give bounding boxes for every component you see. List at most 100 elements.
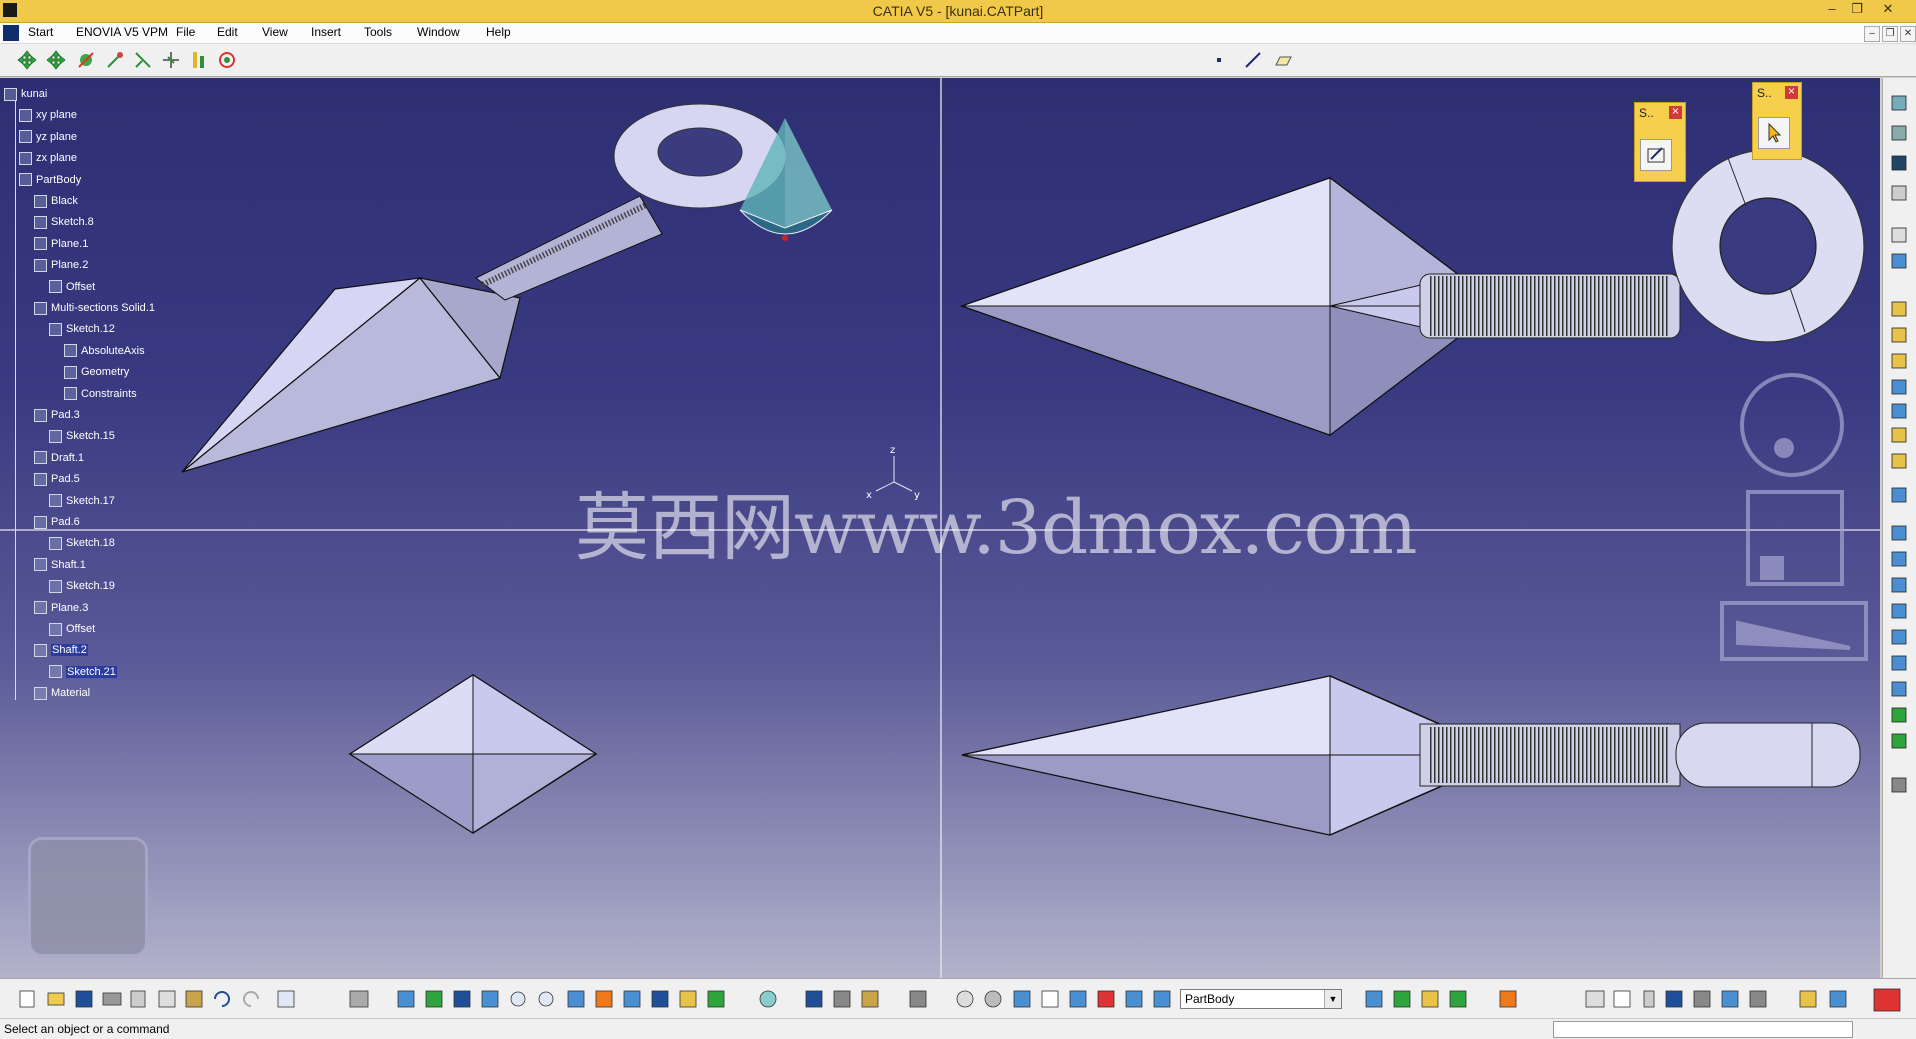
tree-node[interactable]: xy plane bbox=[19, 107, 77, 123]
tree-node[interactable]: Pad.3 bbox=[34, 407, 80, 423]
tree-node-label: Sketch.21 bbox=[66, 665, 117, 678]
tree-node-icon bbox=[49, 665, 62, 679]
close-button[interactable]: ✕ bbox=[1876, 1, 1900, 19]
select-panel-close[interactable]: × bbox=[1785, 86, 1798, 99]
tree-node[interactable]: Pad.6 bbox=[34, 514, 80, 530]
tree-node[interactable]: kunai bbox=[4, 86, 47, 102]
tree-node-label: Black bbox=[51, 195, 78, 207]
tree-node[interactable]: Draft.1 bbox=[34, 450, 84, 466]
status-bar: Select an object or a command bbox=[0, 1018, 1916, 1039]
pick-icon[interactable] bbox=[104, 49, 126, 71]
point-icon[interactable] bbox=[1212, 49, 1226, 71]
tree-node[interactable]: Sketch.18 bbox=[49, 535, 115, 551]
tree-node-icon bbox=[49, 579, 62, 593]
tree-node[interactable]: Material bbox=[34, 685, 90, 701]
tree-node[interactable]: Offset bbox=[49, 279, 95, 295]
menu-tools[interactable]: Tools bbox=[364, 25, 392, 39]
menu-window[interactable]: Window bbox=[417, 25, 460, 39]
doc-close-button[interactable]: ✕ bbox=[1900, 26, 1916, 42]
doc-restore-button[interactable]: ❐ bbox=[1882, 26, 1898, 42]
tree-node[interactable]: Sketch.17 bbox=[49, 493, 115, 509]
doc-minimize-button[interactable]: ‒ bbox=[1864, 26, 1880, 42]
mini-compass-map[interactable] bbox=[28, 837, 148, 957]
specification-tree: kunai xy plane yz plane zx plane PartBody Bla… bbox=[4, 86, 204, 716]
manipulate-icon bbox=[833, 990, 851, 1008]
chevron-down-icon[interactable]: ▼ bbox=[1324, 990, 1341, 1008]
restore-button[interactable]: ❐ bbox=[1845, 1, 1869, 19]
axis-z-label: z bbox=[890, 445, 895, 456]
catia-logo-icon bbox=[3, 25, 19, 41]
tree-node[interactable]: Multi-sections Solid.1 bbox=[34, 300, 155, 316]
tree-node[interactable]: Shaft.2 bbox=[34, 642, 88, 658]
multi-view-icon bbox=[595, 990, 613, 1008]
tree-node[interactable]: Black bbox=[34, 193, 78, 209]
tree-node[interactable]: Constraints bbox=[64, 386, 137, 402]
bottom-toolbar-icons[interactable] bbox=[0, 979, 1916, 1019]
plane-icon[interactable] bbox=[1272, 49, 1294, 71]
menu-file[interactable]: File bbox=[176, 25, 195, 39]
sketcher-panel-close[interactable]: × bbox=[1669, 106, 1682, 119]
select-arrow-icon[interactable] bbox=[1758, 117, 1790, 149]
open-icon bbox=[47, 992, 65, 1006]
compass-snap-icon[interactable] bbox=[160, 49, 182, 71]
tree-node[interactable]: Plane.1 bbox=[34, 236, 88, 252]
tree-node[interactable]: Sketch.15 bbox=[49, 428, 115, 444]
tree-node[interactable]: PartBody bbox=[19, 172, 81, 188]
undo-icon bbox=[214, 991, 230, 1007]
tree-node[interactable]: Shaft.1 bbox=[34, 557, 86, 573]
measure-icon[interactable] bbox=[188, 49, 210, 71]
view-orientation-overlay bbox=[1720, 373, 1868, 661]
update-icon bbox=[805, 990, 823, 1008]
tree-node[interactable]: Pad.5 bbox=[34, 471, 80, 487]
select-floating-panel[interactable]: S.. × bbox=[1752, 82, 1802, 160]
menu-help[interactable]: Help bbox=[486, 25, 511, 39]
tree-node-label: Sketch.15 bbox=[66, 430, 115, 443]
sketch-edit-icon[interactable] bbox=[1640, 139, 1672, 171]
status-message: Select an object or a command bbox=[4, 1022, 170, 1036]
sketcher-floating-panel[interactable]: S.. × bbox=[1634, 102, 1686, 182]
menu-start[interactable]: Start bbox=[28, 25, 53, 39]
current-body-select[interactable]: PartBody ▼ bbox=[1180, 989, 1342, 1009]
settings-icon bbox=[759, 990, 777, 1008]
line-icon[interactable] bbox=[1242, 49, 1264, 71]
move-green-icon[interactable] bbox=[45, 49, 67, 71]
tree-node-label: Pad.3 bbox=[51, 409, 80, 421]
tree-node[interactable]: Sketch.21 bbox=[49, 664, 117, 680]
3d-viewport[interactable]: z x y 莫西网www.3dmox.com bbox=[0, 78, 1880, 978]
tree-node-label: Draft.1 bbox=[51, 451, 85, 464]
tree-node[interactable]: Sketch.8 bbox=[34, 214, 94, 230]
tree-node[interactable]: yz plane bbox=[19, 129, 77, 145]
menu-insert[interactable]: Insert bbox=[311, 25, 341, 39]
tree-node-label: Material bbox=[51, 687, 91, 700]
tree-node-icon bbox=[19, 173, 32, 187]
tree-node-icon bbox=[49, 429, 62, 443]
no-snap-icon[interactable] bbox=[216, 49, 238, 71]
menu-view[interactable]: View bbox=[262, 25, 288, 39]
snap-icon[interactable] bbox=[75, 49, 97, 71]
tree-node[interactable]: Plane.3 bbox=[34, 600, 88, 616]
part-design-icon bbox=[1365, 990, 1383, 1008]
menu-edit[interactable]: Edit bbox=[217, 25, 238, 39]
tree-node[interactable]: zx plane bbox=[19, 150, 77, 166]
table-icon bbox=[1665, 990, 1683, 1008]
menu-enovia[interactable]: ENOVIA V5 VPM bbox=[76, 25, 168, 39]
tree-node[interactable]: Sketch.12 bbox=[49, 321, 115, 337]
tree-node[interactable]: Plane.2 bbox=[34, 257, 88, 273]
tree-node[interactable]: Offset bbox=[49, 621, 95, 637]
right-toolbar-icons[interactable] bbox=[1883, 78, 1916, 978]
command-input[interactable] bbox=[1553, 1021, 1853, 1038]
select-panel-title: S.. bbox=[1757, 86, 1772, 100]
tree-node[interactable]: AbsoluteAxis bbox=[64, 343, 145, 359]
redo-icon bbox=[243, 991, 259, 1007]
tree-node[interactable]: Sketch.19 bbox=[49, 578, 115, 594]
zoom-in-icon bbox=[510, 991, 526, 1007]
tree-node-icon bbox=[34, 515, 47, 529]
menu-bar: Start ENOVIA V5 VPM File Edit View Inser… bbox=[0, 23, 1916, 44]
pan-icon bbox=[453, 990, 471, 1008]
edge-icon[interactable] bbox=[132, 49, 154, 71]
tree-node-icon bbox=[34, 301, 47, 315]
minimize-button[interactable]: ‒ bbox=[1820, 1, 1844, 19]
tree-node-label: Shaft.1 bbox=[51, 558, 86, 571]
pan-green-icon[interactable] bbox=[16, 49, 38, 71]
tree-node[interactable]: Geometry bbox=[64, 364, 129, 380]
